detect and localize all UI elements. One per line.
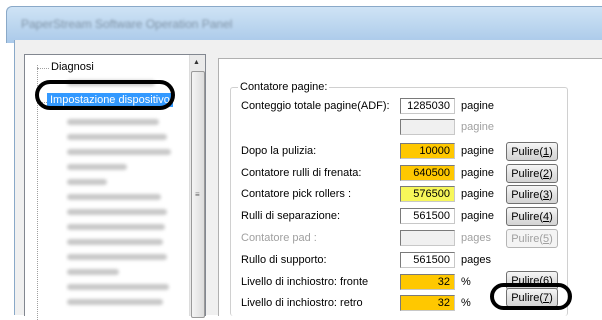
grip-icon: ≡ xyxy=(195,190,200,199)
counter-label: Contatore rulli di frenata: xyxy=(241,167,362,179)
scrollbar-thumb[interactable]: ≡ xyxy=(191,71,205,318)
tree-item-blurred[interactable] xyxy=(67,149,171,155)
counter-unit: pages xyxy=(461,254,491,266)
accelerator-key: 4 xyxy=(543,211,550,223)
counter-value-field: 1285030 xyxy=(400,98,455,114)
counter-unit: pagine xyxy=(461,210,495,222)
clear-button-5[interactable]: Pulire(5) xyxy=(506,229,558,248)
tree-scrollbar[interactable]: ▲ ≡ xyxy=(189,55,205,318)
clear-button-1[interactable]: Pulire(1) xyxy=(506,142,558,161)
tree-item-blurred[interactable] xyxy=(67,299,163,305)
counter-label: Conteggio totale pagine(ADF): xyxy=(241,100,390,112)
window-title: PaperStream Software Operation Panel xyxy=(21,17,233,31)
counter-unit: % xyxy=(461,297,471,309)
tree-item-diagnosi[interactable]: Diagnosi xyxy=(51,61,94,73)
tree-item-blurred[interactable] xyxy=(67,254,167,260)
tree-item-blurred[interactable] xyxy=(67,239,163,245)
tree-item-blurred[interactable] xyxy=(67,269,119,275)
counter-label: Livello di inchiostro: retro xyxy=(241,297,363,309)
tree-item-blurred[interactable] xyxy=(67,194,161,200)
counter-value-field: 561500 xyxy=(400,252,455,268)
counter-label: Contatore pad : xyxy=(241,232,317,244)
clear-button-4[interactable]: Pulire(4) xyxy=(506,207,558,226)
accelerator-key: 2 xyxy=(543,168,550,180)
counter-label: Rulli di separazione: xyxy=(241,210,341,222)
counter-value-field: 561500 xyxy=(400,208,455,224)
highlight-circle-annotation xyxy=(35,80,175,110)
tree-item-blurred[interactable] xyxy=(67,134,167,140)
counter-value-field: 640500 xyxy=(400,165,455,181)
accelerator-key: 5 xyxy=(543,233,550,245)
tree-item-blurred[interactable] xyxy=(67,209,167,215)
counter-value-field xyxy=(400,230,455,246)
counter-value-field: 32 xyxy=(400,295,455,311)
tree-item-blurred[interactable] xyxy=(67,224,165,230)
counter-value-field: 10000 xyxy=(400,143,455,159)
accelerator-key: 1 xyxy=(543,146,550,158)
tree-item-blurred[interactable] xyxy=(67,179,107,185)
accelerator-key: 3 xyxy=(543,189,550,201)
counter-label: Livello di inchiostro: fronte xyxy=(241,276,369,288)
counter-unit: pagine xyxy=(461,167,495,179)
highlight-circle-annotation xyxy=(490,283,572,310)
tree-connector-line xyxy=(37,68,49,69)
counter-unit: pagine xyxy=(461,121,495,133)
scroll-up-arrow-icon[interactable]: ▲ xyxy=(193,59,200,66)
group-title: Contatore pagine: xyxy=(238,81,330,93)
tree-item-blurred[interactable] xyxy=(67,284,169,290)
title-bar: PaperStream Software Operation Panel xyxy=(6,6,602,43)
counter-label: Rullo di supporto: xyxy=(241,254,327,266)
clear-button-3[interactable]: Pulire(3) xyxy=(506,185,558,204)
tree-item-blurred[interactable] xyxy=(67,164,127,170)
counter-unit: pagine xyxy=(461,145,495,157)
counter-unit: pagine xyxy=(461,188,495,200)
clear-button-2[interactable]: Pulire(2) xyxy=(506,164,558,183)
counter-label: Dopo la pulizia: xyxy=(241,145,317,157)
counter-unit: % xyxy=(461,276,471,288)
counter-unit: pagine xyxy=(461,100,495,112)
tree-item-blurred[interactable] xyxy=(67,119,159,125)
counter-value-field: 576500 xyxy=(400,186,455,202)
app-window: PaperStream Software Operation Panel Dia… xyxy=(0,0,602,320)
counter-unit: pages xyxy=(461,232,491,244)
counter-label: Contatore pick rollers : xyxy=(241,188,352,200)
counter-value-field: 32 xyxy=(400,274,455,290)
counter-value-field xyxy=(400,119,455,135)
